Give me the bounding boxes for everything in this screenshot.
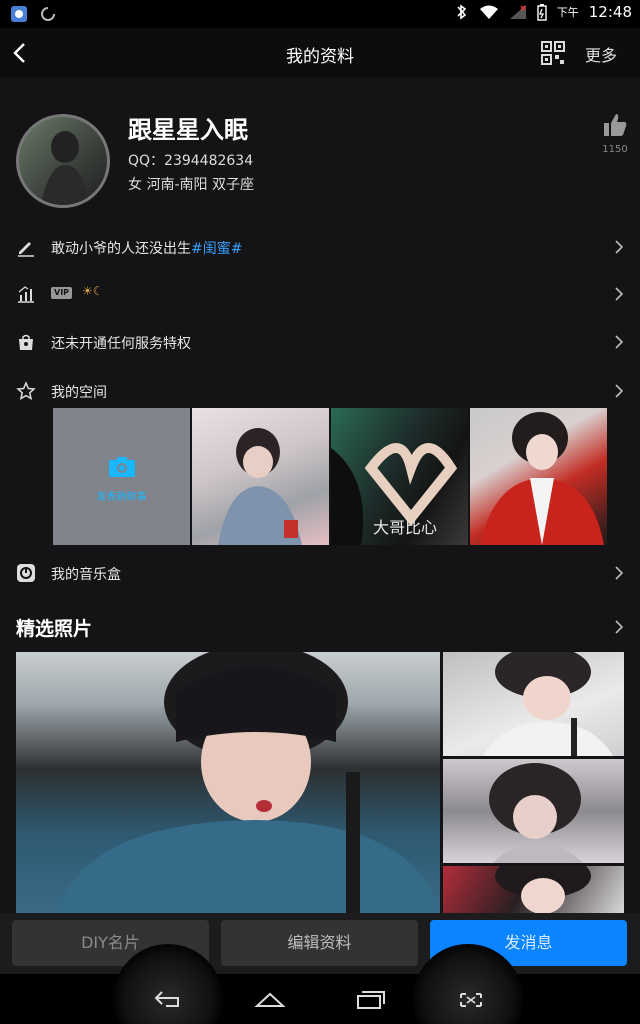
- photo-boy-blue-shirt: [56, 652, 440, 913]
- space-photo[interactable]: [192, 408, 329, 545]
- photo-red-suit: [480, 412, 604, 545]
- action-bar: DIY名片 编辑资料 发消息: [0, 913, 640, 974]
- space-label: 我的空间: [51, 385, 107, 401]
- featured-photo[interactable]: [443, 759, 624, 863]
- featured-photo[interactable]: [443, 854, 624, 913]
- screenshot-icon[interactable]: [455, 988, 487, 1010]
- featured-photos: [16, 652, 624, 913]
- chevron-right-icon: [615, 240, 624, 254]
- thumbs-up-icon: [604, 114, 627, 136]
- avatar[interactable]: [16, 114, 110, 208]
- system-recents-icon[interactable]: [355, 988, 387, 1010]
- music-row[interactable]: 我的音乐盒: [0, 549, 640, 597]
- post-new-tile[interactable]: 发表新鲜事: [53, 408, 190, 545]
- vip-badge: VIP: [51, 287, 73, 299]
- photo-hand-face: [483, 652, 613, 756]
- profile-header: 跟星星入眠 QQ：2394482634 女 河南-南阳 双子座 1150: [0, 78, 640, 218]
- level-sun-moon-icons: ☀☾: [82, 284, 104, 298]
- avatar-photo: [41, 131, 89, 205]
- signal-icon: [509, 5, 526, 19]
- service-row[interactable]: 还未开通任何服务特权: [0, 318, 640, 366]
- battery-icon: [537, 4, 547, 21]
- profile-info: 女 河南-南阳 双子座: [128, 177, 254, 193]
- signature-prefix: 敢动小爷的人还没出生: [51, 241, 191, 257]
- chevron-right-icon: [615, 566, 624, 580]
- like-button[interactable]: 1150: [600, 112, 630, 155]
- bluetooth-icon: [457, 4, 466, 20]
- status-bar: 下午 12:48: [0, 0, 640, 28]
- signature-text: 敢动小爷的人还没出生#闺蜜#: [51, 238, 242, 258]
- status-right: 下午 12:48: [455, 3, 632, 21]
- signature-row[interactable]: 敢动小爷的人还没出生#闺蜜#: [0, 223, 640, 271]
- signature-tag[interactable]: #闺蜜#: [191, 241, 242, 257]
- space-photo[interactable]: 大哥比心: [331, 408, 468, 545]
- photo-person: [218, 428, 302, 545]
- featured-photo-main[interactable]: [16, 652, 440, 913]
- level-chart-icon: [18, 286, 34, 303]
- photo-partial: [495, 854, 591, 913]
- status-time: 12:48: [588, 3, 632, 21]
- chevron-right-icon: [615, 384, 624, 398]
- qq-number: QQ：2394482634: [128, 153, 254, 169]
- status-left: [10, 5, 56, 23]
- system-back-icon[interactable]: [152, 988, 184, 1010]
- status-ampm: 下午: [556, 6, 579, 19]
- like-count: 1150: [602, 144, 628, 155]
- featured-photo[interactable]: [443, 652, 624, 756]
- music-label: 我的音乐盒: [51, 567, 121, 583]
- app-notification-icon: [11, 6, 27, 22]
- edit-profile-button[interactable]: 编辑资料: [221, 920, 418, 966]
- pencil-icon: [18, 242, 34, 257]
- space-photo[interactable]: [470, 408, 607, 545]
- post-new-label: 发表新鲜事: [96, 492, 147, 503]
- space-thumbnails: 发表新鲜事 大哥比心: [53, 408, 609, 545]
- loading-icon: [41, 7, 55, 21]
- featured-title: 精选照片: [16, 618, 93, 640]
- qr-code-icon[interactable]: [541, 41, 565, 65]
- service-text: 还未开通任何服务特权: [51, 336, 191, 352]
- level-row[interactable]: VIP ☀☾: [0, 270, 640, 318]
- chevron-right-icon: [615, 335, 624, 349]
- photo-messy-hair: [489, 763, 583, 863]
- music-box-icon: [17, 564, 35, 582]
- camera-icon: [109, 457, 135, 477]
- privilege-bag-icon: [19, 334, 33, 350]
- nickname: 跟星星入眠: [128, 116, 248, 144]
- chevron-right-icon[interactable]: [612, 619, 626, 635]
- nav-bar: 我的资料 更多: [0, 28, 640, 78]
- star-icon: [16, 381, 36, 400]
- system-nav-bar: [0, 944, 640, 1024]
- system-home-icon[interactable]: [254, 988, 286, 1010]
- more-button[interactable]: 更多: [585, 42, 617, 66]
- chevron-right-icon: [615, 287, 624, 301]
- photo-caption: 大哥比心: [373, 518, 438, 537]
- wifi-icon: [479, 5, 498, 19]
